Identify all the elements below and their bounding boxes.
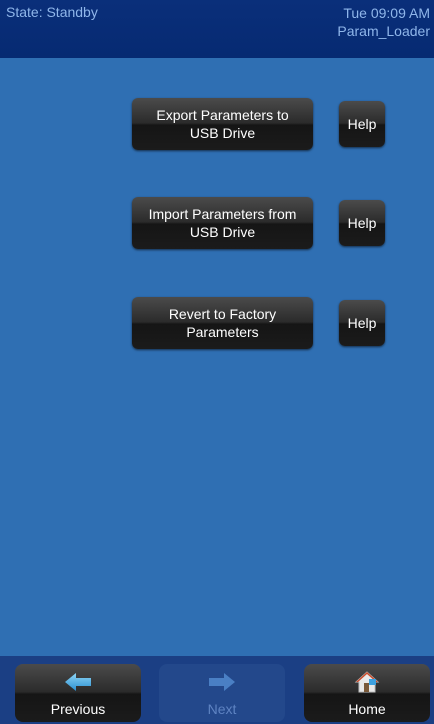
datetime-label: Tue 09:09 AM bbox=[343, 5, 430, 21]
arrow-right-icon bbox=[159, 670, 285, 694]
screen-name-label: Param_Loader bbox=[337, 23, 430, 39]
export-help-button[interactable]: Help bbox=[339, 101, 385, 147]
arrow-left-icon bbox=[15, 670, 141, 694]
status-info: Tue 09:09 AM Param_Loader bbox=[337, 4, 430, 40]
previous-button[interactable]: Previous bbox=[15, 664, 141, 722]
bottom-nav-bar: Previous Next Home bbox=[0, 656, 434, 724]
param-loader-screen: State: Standby Tue 09:09 AM Param_Loader… bbox=[0, 0, 434, 724]
next-label: Next bbox=[207, 701, 237, 717]
home-icon bbox=[304, 670, 430, 694]
next-button[interactable]: Next bbox=[159, 664, 285, 722]
status-bar: State: Standby Tue 09:09 AM Param_Loader bbox=[0, 0, 434, 58]
revert-help-button[interactable]: Help bbox=[339, 300, 385, 346]
export-parameters-button[interactable]: Export Parameters to USB Drive bbox=[132, 98, 313, 150]
home-button[interactable]: Home bbox=[304, 664, 430, 722]
import-parameters-button[interactable]: Import Parameters from USB Drive bbox=[132, 197, 313, 249]
previous-label: Previous bbox=[50, 701, 106, 717]
revert-factory-button[interactable]: Revert to Factory Parameters bbox=[132, 297, 313, 349]
import-help-button[interactable]: Help bbox=[339, 200, 385, 246]
home-label: Home bbox=[348, 701, 386, 717]
state-label: State: Standby bbox=[6, 4, 98, 20]
